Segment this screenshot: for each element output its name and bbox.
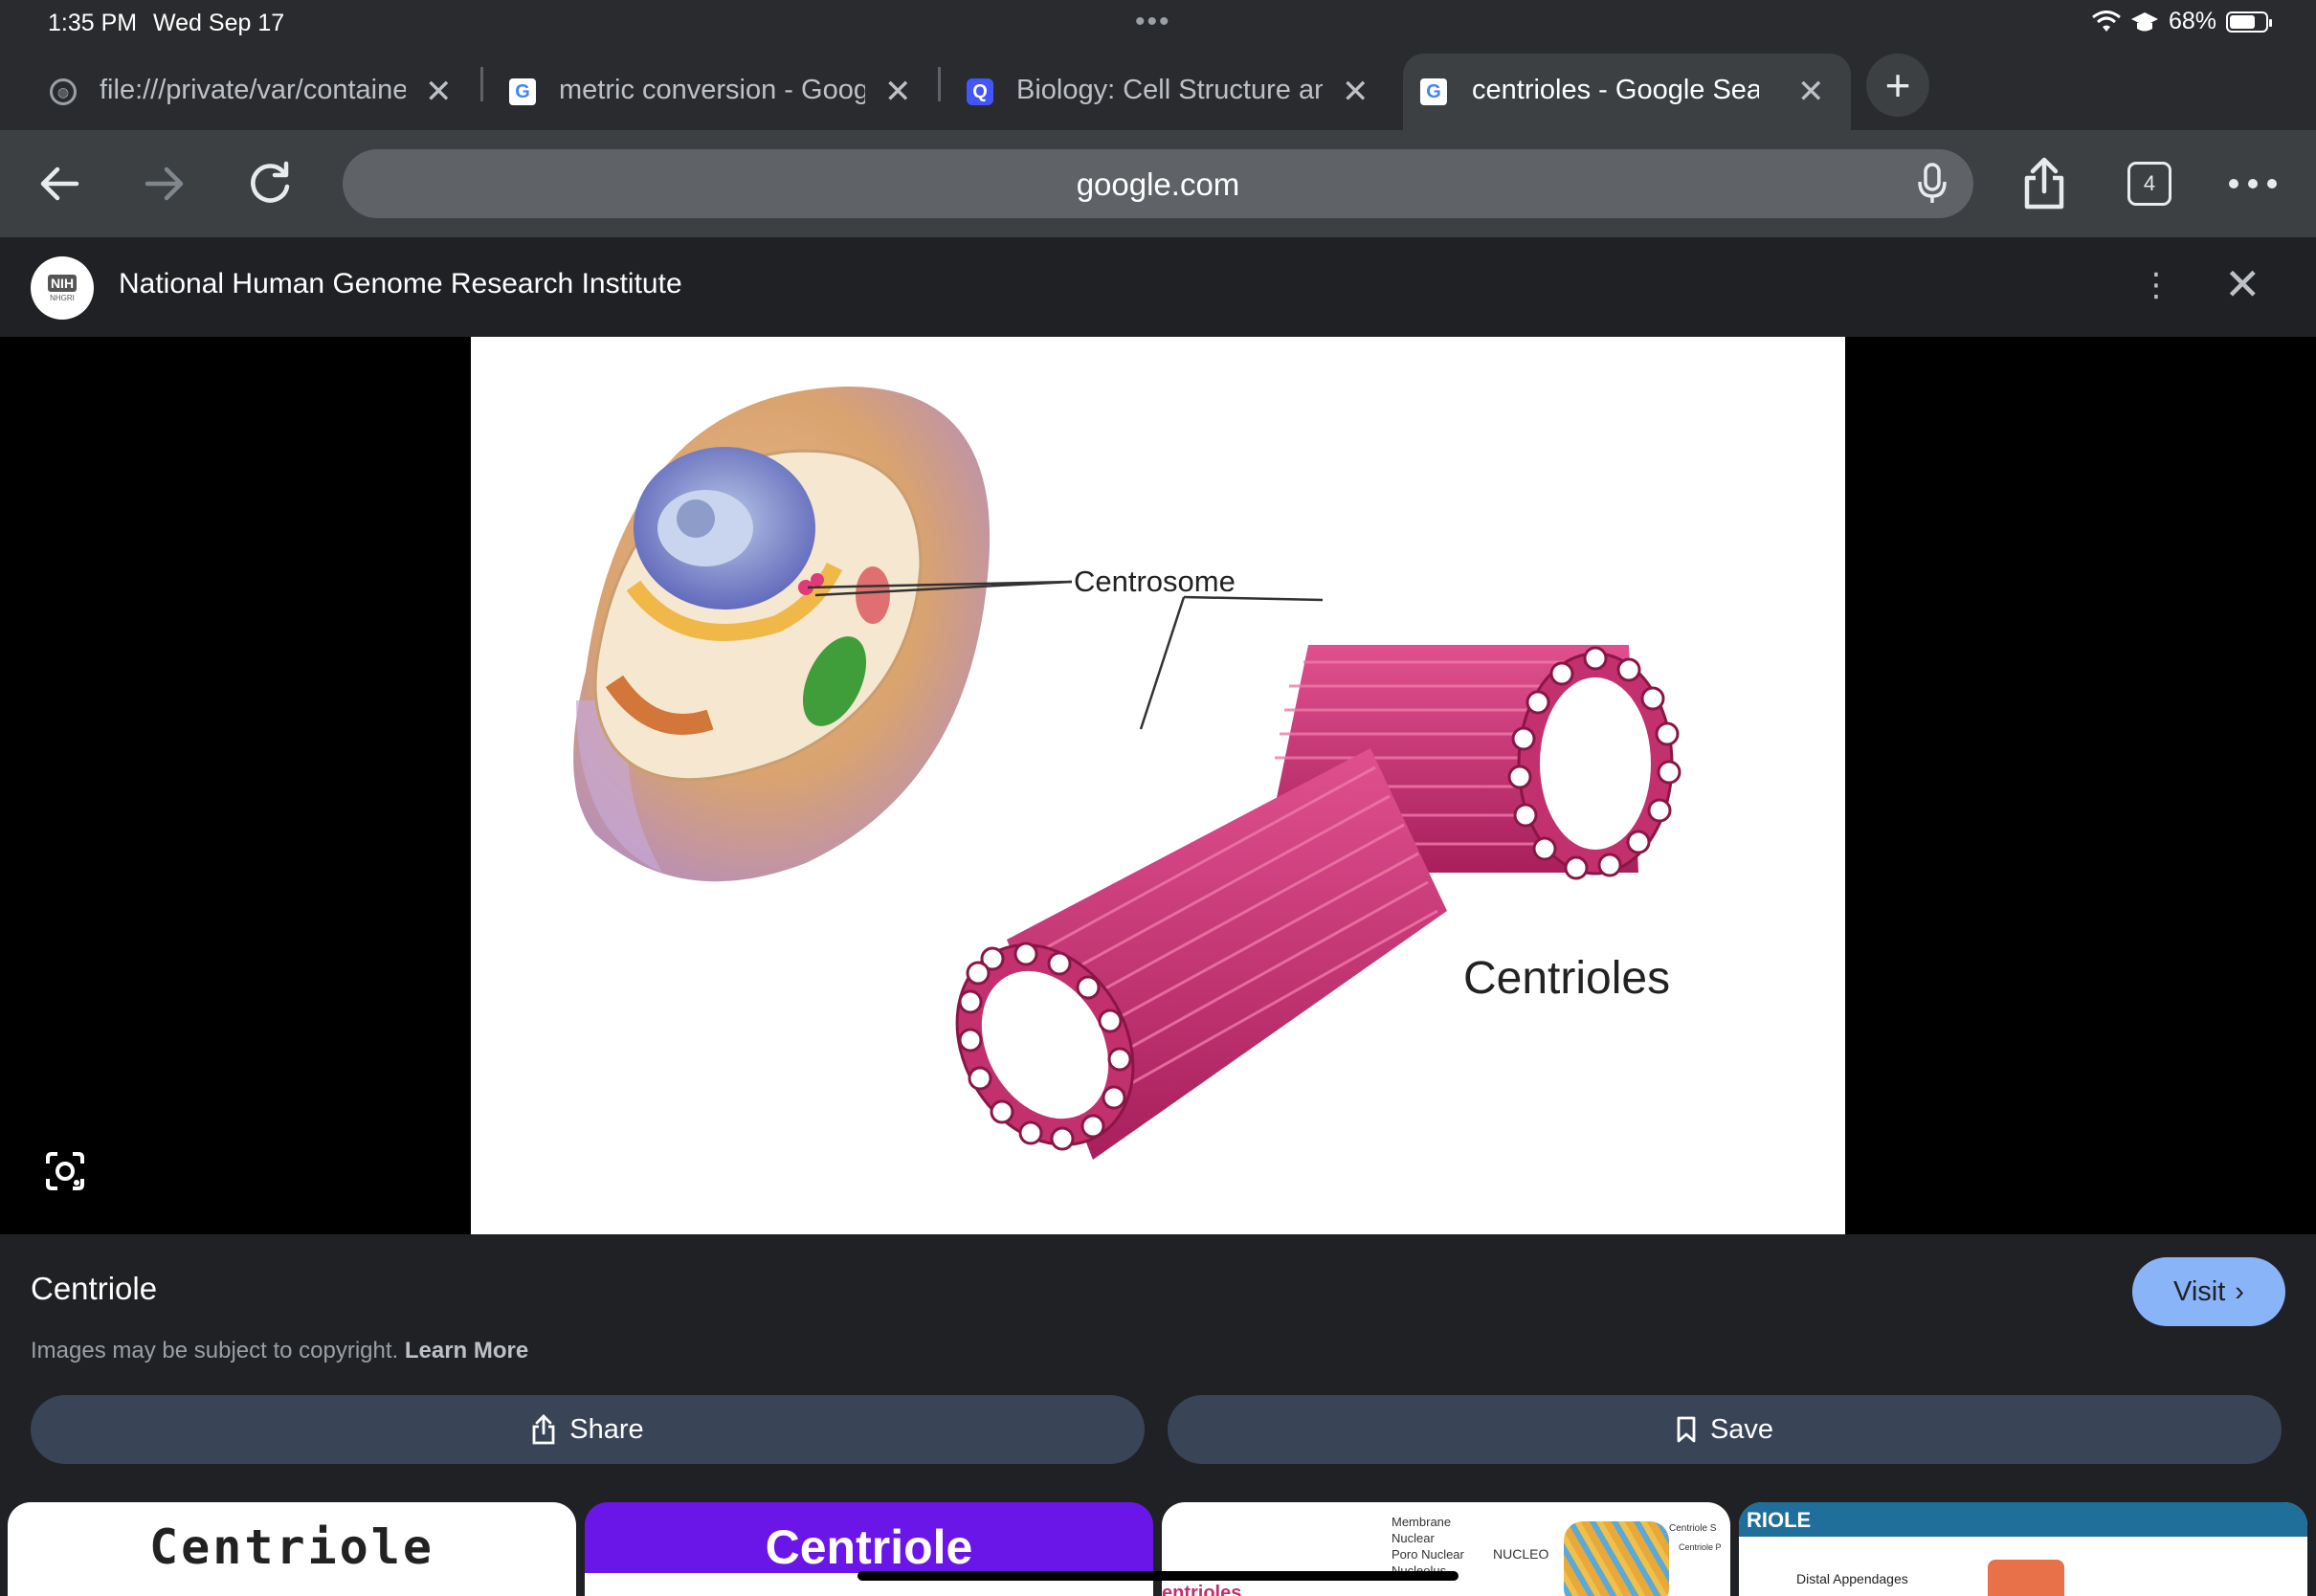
- related-thumbnail[interactable]: RIOLE Distal Appendages: [1739, 1502, 2307, 1596]
- close-tab-icon[interactable]: ✕: [425, 73, 453, 111]
- tab-title: centrioles - Google Search: [1472, 75, 1759, 105]
- learn-more-link[interactable]: Learn More: [405, 1338, 528, 1363]
- close-tab-icon[interactable]: ✕: [1797, 73, 1825, 111]
- tab-title: metric conversion - Google Search: [559, 75, 865, 105]
- thumb-label: Poro Nuclear: [1392, 1547, 1464, 1562]
- thumb-label: Membrane: [1392, 1515, 1452, 1529]
- wifi-icon: [2092, 10, 2121, 32]
- thumb-label: Nuclear: [1392, 1531, 1435, 1545]
- centrioles-label: Centrioles: [1463, 953, 1670, 1004]
- battery-percent: 68%: [2168, 8, 2216, 34]
- share-icon: [2024, 157, 2064, 210]
- thumbnail-caption: Centriole: [765, 1520, 973, 1574]
- back-button[interactable]: [29, 153, 90, 214]
- thumbnail-caption: RIOLE: [1747, 1508, 1812, 1532]
- status-time: 1:35 PM: [48, 10, 138, 36]
- more-menu-button[interactable]: [2222, 153, 2283, 214]
- reload-button[interactable]: [239, 153, 301, 214]
- logo-text: NIH: [47, 274, 78, 292]
- save-label: Save: [1709, 1413, 1774, 1445]
- education-cap-icon: [2130, 11, 2158, 31]
- tab-centrioles[interactable]: G centrioles - Google Search ✕: [1403, 54, 1851, 130]
- thumbnail-caption: Centriole: [149, 1519, 434, 1575]
- tab-count: 4: [2127, 162, 2171, 206]
- share-label: Share: [569, 1413, 644, 1445]
- battery-icon: [2226, 11, 2272, 33]
- source-logo[interactable]: NIH NHGRI: [31, 256, 94, 320]
- thumb-label: Centriole S: [1669, 1523, 1717, 1534]
- close-tab-icon[interactable]: ✕: [1342, 73, 1370, 111]
- home-indicator[interactable]: [857, 1571, 1459, 1581]
- copyright-text: Images may be subject to copyright.: [31, 1338, 399, 1363]
- status-date: Wed Sep 17: [153, 10, 285, 36]
- tab-biology[interactable]: Q Biology: Cell Structure and Function ✕: [917, 54, 1395, 122]
- plus-icon: +: [1884, 60, 1911, 110]
- image-title: Centriole: [31, 1271, 158, 1306]
- related-thumbnail[interactable]: Membrane Nuclear Poro Nuclear Nucleolus …: [1162, 1502, 1730, 1596]
- visit-button[interactable]: Visit ›: [2132, 1257, 2285, 1326]
- tab-title: Biology: Cell Structure and Function: [1016, 75, 1323, 105]
- copyright-notice: Images may be subject to copyright. Lear…: [31, 1338, 528, 1364]
- multitasking-dots-icon[interactable]: •••: [1135, 6, 1171, 38]
- thumb-label: Distal Appendages: [1796, 1571, 1908, 1586]
- tab-strip: ◍ file:///private/var/containers ✕ G met…: [0, 48, 2316, 130]
- cell-illustration: [573, 386, 991, 882]
- logo-subtext: NHGRI: [50, 293, 75, 302]
- quizlet-icon: Q: [967, 78, 993, 105]
- microphone-icon[interactable]: [1918, 163, 1947, 205]
- lens-search-icon[interactable]: [42, 1148, 88, 1194]
- source-name[interactable]: National Human Genome Research Institute: [119, 268, 682, 300]
- browser-toolbar: google.com 4: [0, 130, 2316, 237]
- forward-button[interactable]: [134, 153, 195, 214]
- url-text: google.com: [1076, 166, 1240, 202]
- image-viewer: Centrosome Centrioles: [0, 337, 2316, 1234]
- thumb-label: NUCLEO: [1493, 1546, 1549, 1562]
- thumb-label: Centriole P: [1679, 1542, 1722, 1552]
- chevron-right-icon: ›: [2235, 1275, 2244, 1307]
- google-icon: G: [509, 78, 536, 105]
- related-thumbnail[interactable]: Centriole: [585, 1502, 1153, 1596]
- share-page-button[interactable]: [2014, 153, 2075, 214]
- more-vertical-icon[interactable]: ⋮: [2140, 266, 2172, 304]
- new-tab-button[interactable]: +: [1866, 54, 1929, 117]
- centriole-image[interactable]: Centrosome Centrioles: [471, 337, 1845, 1234]
- tab-file[interactable]: ◍ file:///private/var/containers ✕: [0, 54, 479, 122]
- centriole-diagonal: [955, 748, 1447, 1160]
- more-horizontal-icon: [2229, 179, 2277, 188]
- related-thumbnail[interactable]: Centriole: [8, 1502, 576, 1596]
- close-tab-icon[interactable]: ✕: [884, 73, 912, 111]
- bookmark-icon: [1677, 1416, 1696, 1443]
- image-source-header: NIH NHGRI National Human Genome Research…: [0, 237, 2316, 337]
- tab-switcher-button[interactable]: 4: [2119, 153, 2180, 214]
- address-bar[interactable]: google.com: [343, 149, 1973, 218]
- save-button[interactable]: Save: [1168, 1395, 2282, 1464]
- tab-metric-conversion[interactable]: G metric conversion - Google Search ✕: [459, 54, 938, 122]
- forward-arrow-icon: [145, 166, 184, 201]
- tab-title: file:///private/var/containers: [100, 75, 406, 105]
- close-icon[interactable]: ✕: [2224, 258, 2261, 310]
- reload-icon: [251, 161, 290, 203]
- share-button[interactable]: Share: [31, 1395, 1145, 1464]
- share-icon: [532, 1414, 555, 1445]
- globe-icon: ◍: [50, 78, 77, 105]
- visit-label: Visit: [2173, 1275, 2226, 1307]
- thumb-label: entrioles: [1162, 1583, 1242, 1596]
- status-bar: 1:35 PM Wed Sep 17 ••• 68%: [0, 0, 2316, 48]
- back-arrow-icon: [40, 166, 79, 201]
- google-icon: G: [1420, 78, 1447, 105]
- centrosome-label: Centrosome: [1074, 565, 1236, 598]
